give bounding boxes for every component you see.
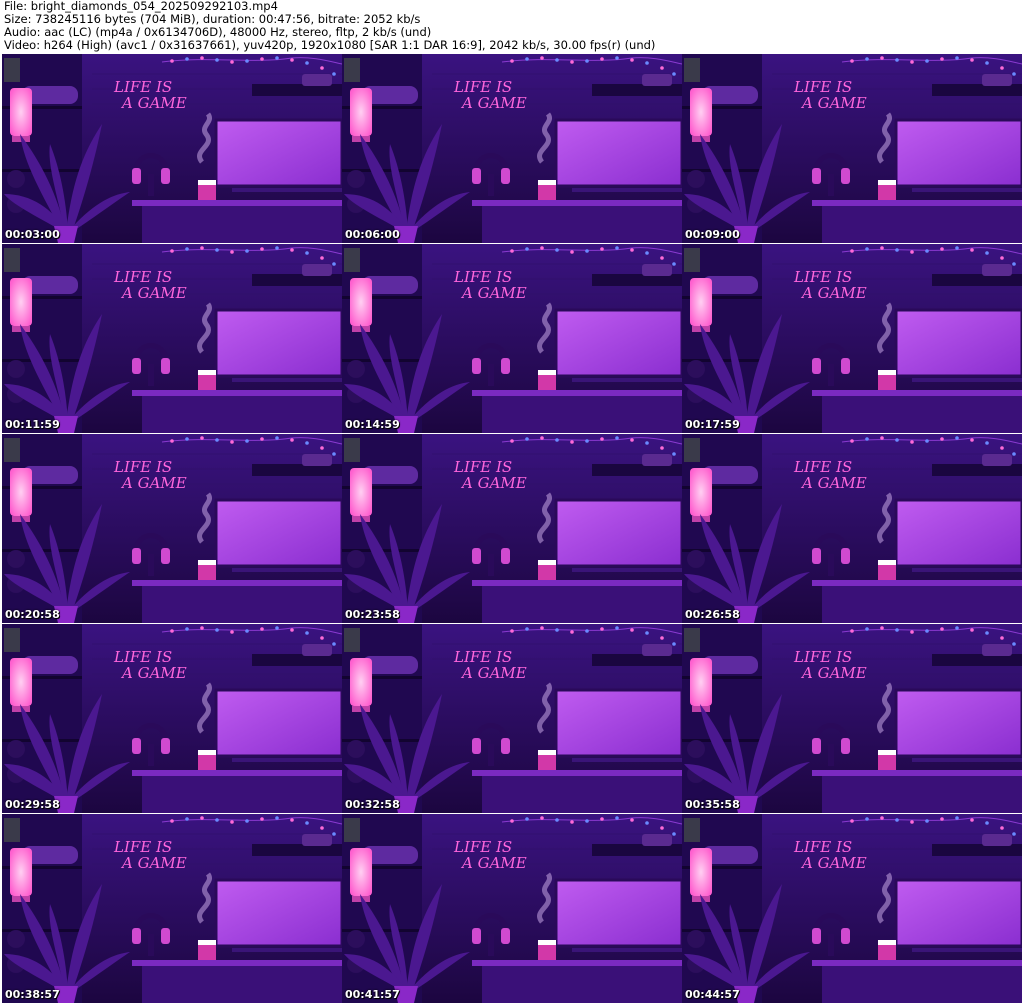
monitor-screen xyxy=(556,880,682,946)
monitor-screen xyxy=(896,500,1022,566)
scene-illustration: LIFE IS A GAME xyxy=(342,624,682,813)
scene-illustration: LIFE IS A GAME xyxy=(342,814,682,1003)
scene-illustration: LIFE IS A GAME xyxy=(2,814,342,1003)
scene-illustration: LIFE IS A GAME xyxy=(682,434,1022,623)
timestamp-label: 00:41:57 xyxy=(345,988,400,1001)
neon-sign-line2: A GAME xyxy=(120,474,187,492)
thumbnail-frame-1[interactable]: LIFE IS A GAME 00:03:00 xyxy=(2,54,342,243)
scene-illustration: LIFE IS A GAME xyxy=(2,624,342,813)
monitor-screen xyxy=(896,310,1022,376)
neon-sign-line2: A GAME xyxy=(460,284,527,302)
neon-sign-line2: A GAME xyxy=(800,94,867,112)
monitor-screen xyxy=(556,310,682,376)
timestamp-label: 00:11:59 xyxy=(5,418,60,431)
scene-illustration: LIFE IS A GAME xyxy=(2,54,342,243)
timestamp-label: 00:06:00 xyxy=(345,228,400,241)
monitor-screen xyxy=(896,120,1022,186)
timestamp-label: 00:26:58 xyxy=(685,608,740,621)
scene-illustration: LIFE IS A GAME xyxy=(682,54,1022,243)
scene-illustration: LIFE IS A GAME xyxy=(342,434,682,623)
thumbnail-frame-3[interactable]: LIFE IS A GAME 00:09:00 xyxy=(682,54,1022,243)
timestamp-label: 00:17:59 xyxy=(685,418,740,431)
timestamp-label: 00:14:59 xyxy=(345,418,400,431)
scene-illustration: LIFE IS A GAME xyxy=(682,624,1022,813)
timestamp-label: 00:03:00 xyxy=(5,228,60,241)
neon-sign-line2: A GAME xyxy=(120,284,187,302)
thumbnail-frame-4[interactable]: LIFE IS A GAME 00:11:59 xyxy=(2,244,342,433)
monitor-screen xyxy=(216,120,342,186)
monitor-screen xyxy=(216,690,342,756)
scene-illustration: LIFE IS A GAME xyxy=(342,244,682,433)
thumbnail-frame-13[interactable]: LIFE IS A GAME 00:38:57 xyxy=(2,814,342,1003)
neon-sign-line2: A GAME xyxy=(120,854,187,872)
timestamp-label: 00:32:58 xyxy=(345,798,400,811)
neon-sign-line2: A GAME xyxy=(120,94,187,112)
neon-sign-line2: A GAME xyxy=(460,854,527,872)
thumbnail-frame-14[interactable]: LIFE IS A GAME 00:41:57 xyxy=(342,814,682,1003)
neon-sign-line2: A GAME xyxy=(800,284,867,302)
neon-sign-line2: A GAME xyxy=(460,474,527,492)
timestamp-label: 00:29:58 xyxy=(5,798,60,811)
thumbnail-frame-9[interactable]: LIFE IS A GAME 00:26:58 xyxy=(682,434,1022,623)
monitor-screen xyxy=(896,690,1022,756)
thumbnail-frame-12[interactable]: LIFE IS A GAME 00:35:58 xyxy=(682,624,1022,813)
timestamp-label: 00:38:57 xyxy=(5,988,60,1001)
timestamp-label: 00:09:00 xyxy=(685,228,740,241)
scene-illustration: LIFE IS A GAME xyxy=(682,814,1022,1003)
thumbnail-frame-8[interactable]: LIFE IS A GAME 00:23:58 xyxy=(342,434,682,623)
neon-sign-line2: A GAME xyxy=(460,664,527,682)
monitor-screen xyxy=(896,880,1022,946)
thumbnail-frame-11[interactable]: LIFE IS A GAME 00:32:58 xyxy=(342,624,682,813)
scene-illustration: LIFE IS A GAME xyxy=(682,244,1022,433)
neon-sign-line2: A GAME xyxy=(120,664,187,682)
monitor-screen xyxy=(216,310,342,376)
thumbnail-grid: LIFE IS A GAME 00:03:00 LIFE IS A GAME 0… xyxy=(0,52,1024,1003)
thumbnail-frame-15[interactable]: LIFE IS A GAME 00:44:57 xyxy=(682,814,1022,1003)
thumbnail-frame-7[interactable]: LIFE IS A GAME 00:20:58 xyxy=(2,434,342,623)
monitor-screen xyxy=(556,500,682,566)
monitor-screen xyxy=(216,500,342,566)
scene-illustration: LIFE IS A GAME xyxy=(342,54,682,243)
scene-illustration: LIFE IS A GAME xyxy=(2,434,342,623)
neon-sign-line2: A GAME xyxy=(800,854,867,872)
thumbnail-frame-5[interactable]: LIFE IS A GAME 00:14:59 xyxy=(342,244,682,433)
timestamp-label: 00:20:58 xyxy=(5,608,60,621)
monitor-screen xyxy=(556,690,682,756)
thumbnail-frame-10[interactable]: LIFE IS A GAME 00:29:58 xyxy=(2,624,342,813)
timestamp-label: 00:44:57 xyxy=(685,988,740,1001)
neon-sign-line2: A GAME xyxy=(460,94,527,112)
thumbnail-frame-2[interactable]: LIFE IS A GAME 00:06:00 xyxy=(342,54,682,243)
monitor-screen xyxy=(556,120,682,186)
video-info-header: File: bright_diamonds_054_202509292103.m… xyxy=(4,0,1020,52)
monitor-screen xyxy=(216,880,342,946)
video-line: Video: h264 (High) (avc1 / 0x31637661), … xyxy=(4,38,656,52)
timestamp-label: 00:35:58 xyxy=(685,798,740,811)
thumbnail-frame-6[interactable]: LIFE IS A GAME 00:17:59 xyxy=(682,244,1022,433)
neon-sign-line2: A GAME xyxy=(800,664,867,682)
timestamp-label: 00:23:58 xyxy=(345,608,400,621)
scene-illustration: LIFE IS A GAME xyxy=(2,244,342,433)
neon-sign-line2: A GAME xyxy=(800,474,867,492)
